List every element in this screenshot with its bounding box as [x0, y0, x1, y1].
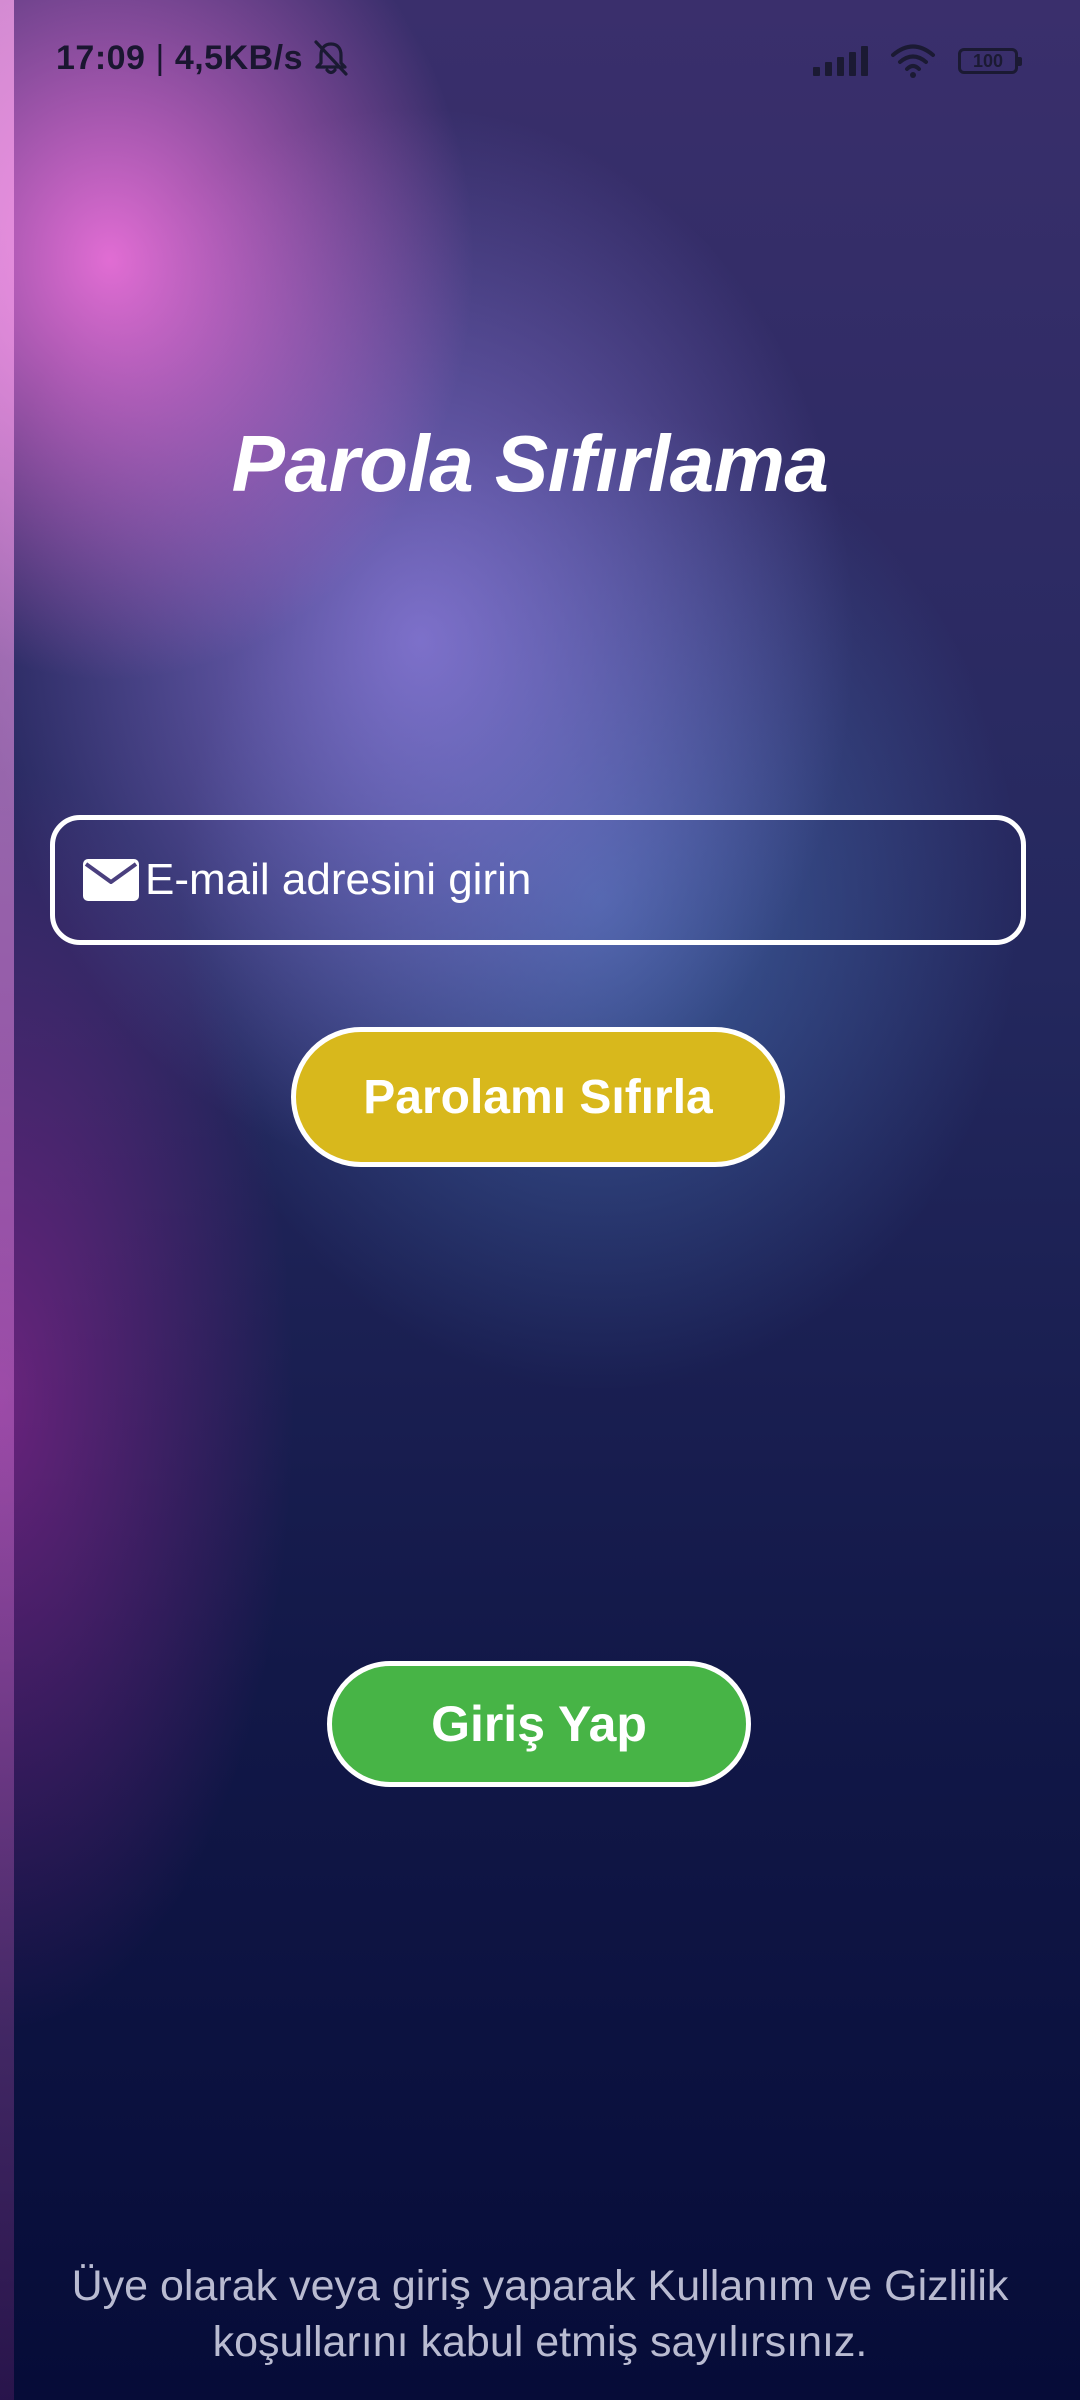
background-edge [0, 0, 14, 2400]
email-input[interactable] [145, 855, 965, 905]
email-field[interactable] [50, 815, 1026, 945]
bell-off-icon [314, 40, 348, 76]
status-left: 17:09 | 4,5KB/s [56, 38, 351, 78]
page-title: Parola Sıfırlama [231, 419, 829, 508]
terms-line-1: Üye olarak veya giriş yaparak Kullanım v… [71, 2262, 1009, 2310]
signal-icon [813, 46, 868, 76]
mail-icon [83, 859, 139, 901]
status-time: 17:09 [56, 38, 146, 77]
battery-level: 100 [972, 50, 1004, 71]
network-speed: 4,5KB/s [174, 38, 304, 77]
wifi-icon [891, 44, 935, 78]
status-right: 100 [813, 44, 1022, 78]
login-button[interactable]: Giriş Yap [327, 1661, 751, 1787]
reset-password-button[interactable]: Parolamı Sıfırla [291, 1027, 785, 1167]
battery-icon: 100 [958, 48, 1022, 74]
status-bar: 17:09 | 4,5KB/s 100 [0, 0, 1080, 120]
status-separator: | [155, 38, 165, 77]
terms-line-2: koşullarını kabul etmiş sayılırsınız. [212, 2318, 868, 2366]
terms-notice: Üye olarak veya giriş yaparak Kullanım v… [20, 2258, 1060, 2370]
